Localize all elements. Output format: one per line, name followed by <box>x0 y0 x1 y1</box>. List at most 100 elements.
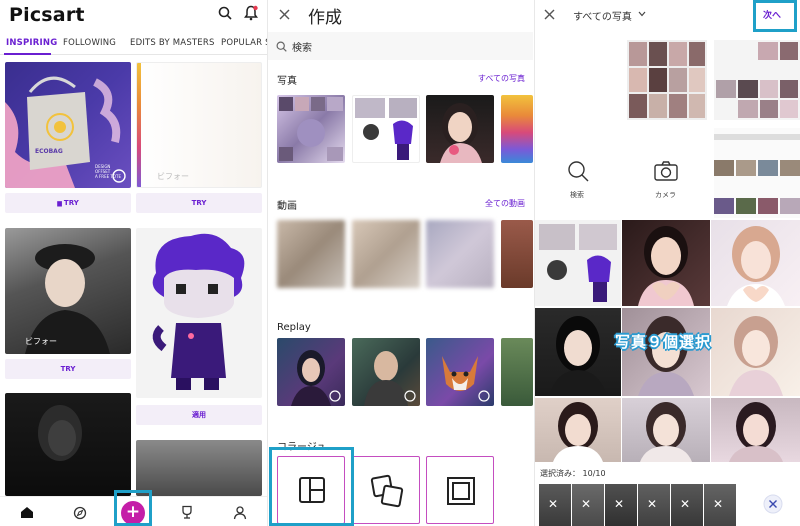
screenshot-image <box>714 134 800 214</box>
close-icon[interactable] <box>544 9 555 20</box>
camera-icon[interactable] <box>654 161 678 181</box>
apply-button[interactable]: 適用 <box>136 405 262 425</box>
tab-popular[interactable]: POPULAR S <box>221 38 267 48</box>
replay-thumb-4[interactable] <box>501 338 533 406</box>
section-photos-title: 写真 <box>277 76 297 87</box>
photo-grid-item-5[interactable] <box>622 308 710 396</box>
remove-icon[interactable]: ✕ <box>680 497 690 511</box>
feed-card-before-blank[interactable]: ビフォー <box>136 62 262 188</box>
replay-thumb-3[interactable] <box>426 338 494 406</box>
photo-grid-item-4[interactable] <box>535 308 621 396</box>
section-videos-title: 動画 <box>277 201 297 212</box>
tote-text: ECOBAG <box>35 148 63 155</box>
try-button-3[interactable]: TRY <box>5 359 131 379</box>
collage-frame-button[interactable] <box>426 456 494 524</box>
video-thumb-4[interactable] <box>501 220 533 288</box>
photo-thumb-4[interactable] <box>501 95 533 163</box>
photo-grid-item-8[interactable] <box>622 398 710 462</box>
video-thumb-1[interactable] <box>277 220 345 288</box>
photo-thumb-1[interactable] <box>277 95 345 163</box>
camera-label: カメラ <box>655 191 676 199</box>
frame-icon <box>447 477 475 505</box>
recent-photo-collage-2[interactable] <box>714 40 800 120</box>
bell-icon[interactable] <box>244 5 258 21</box>
create-panel: 作成 検索 写真 すべての写真 動画 全ての動画 Replay コラージュ <box>268 0 533 526</box>
app-logo: Picsart <box>9 4 85 26</box>
portrait-image <box>25 244 110 354</box>
search-icon[interactable] <box>218 6 232 20</box>
selected-thumb-6[interactable]: ✕ <box>704 484 736 526</box>
search-icon <box>276 41 287 52</box>
screenshot-thumb[interactable] <box>714 128 800 218</box>
photo-picker-panel: すべての写真 次へ 検索 カメラ 写真９個選択 選択済み： 10/10 ✕ ✕ … <box>535 0 800 526</box>
portrait-image-3 <box>729 316 783 396</box>
trophy-icon[interactable] <box>180 505 194 520</box>
create-button-highlight <box>114 490 152 526</box>
close-icon[interactable] <box>279 9 290 20</box>
feed-card-tote[interactable]: ECOBAG DESIGN OFFSET A FREE TOTE <box>5 62 131 188</box>
selection-overlay-caption: 写真９個選択 <box>615 333 712 351</box>
user-icon[interactable] <box>233 505 247 520</box>
photo-grid-item-7[interactable] <box>535 398 621 462</box>
collage-freestyle-button[interactable] <box>352 456 420 524</box>
heart-pose-portrait-image <box>638 226 694 306</box>
photo-grid-item-1[interactable] <box>535 220 621 306</box>
feed-tabs: INSPIRING FOLLOWING EDITS BY MASTERS POP… <box>0 33 267 55</box>
video-thumb-3[interactable] <box>426 220 494 288</box>
portrait-image-4 <box>553 402 603 462</box>
active-tab-indicator <box>4 53 51 55</box>
search-bar[interactable]: 検索 <box>268 32 533 60</box>
tab-following[interactable]: FOLLOWING <box>63 38 116 48</box>
photo-grid-item-2[interactable] <box>622 220 710 306</box>
selected-thumb-2[interactable]: ✕ <box>572 484 604 526</box>
tab-edits-by-masters[interactable]: EDITS BY MASTERS <box>130 38 215 48</box>
selected-thumb-5[interactable]: ✕ <box>671 484 703 526</box>
photo-thumb-3[interactable] <box>426 95 494 163</box>
recent-photo-collage[interactable] <box>627 40 707 120</box>
home-icon[interactable] <box>20 506 34 519</box>
all-photos-link[interactable]: すべての写真 <box>478 73 525 84</box>
dark-portrait-image <box>38 405 82 461</box>
chevron-down-icon[interactable] <box>638 11 646 17</box>
clear-selection-icon[interactable] <box>763 494 783 514</box>
remove-icon[interactable]: ✕ <box>581 497 591 511</box>
all-videos-link[interactable]: 全ての動画 <box>485 198 525 209</box>
replay-thumb-2[interactable] <box>352 338 420 406</box>
remove-icon[interactable]: ✕ <box>647 497 657 511</box>
portrait-image <box>549 316 607 396</box>
photo-grid-item-3[interactable] <box>711 220 800 306</box>
portrait-image-2 <box>638 316 694 396</box>
selection-bar: 選択済み： 10/10 ✕ ✕ ✕ ✕ ✕ ✕ <box>535 462 800 526</box>
compass-icon[interactable] <box>73 506 87 520</box>
next-button-highlight <box>753 0 797 32</box>
selected-thumb-1[interactable]: ✕ <box>539 484 571 526</box>
collage-grid-highlight <box>269 447 354 526</box>
try-button-2[interactable]: TRY <box>136 193 262 213</box>
portrait-image <box>440 103 482 163</box>
remove-icon[interactable]: ✕ <box>614 497 624 511</box>
search-icon[interactable] <box>567 160 589 182</box>
video-thumb-2[interactable] <box>352 220 420 288</box>
replay-warrior-image <box>364 351 416 406</box>
album-selector[interactable]: すべての写真 <box>573 8 632 23</box>
feed-card-character[interactable] <box>136 228 262 398</box>
feed-card-grey[interactable] <box>136 440 262 496</box>
selected-thumb-3[interactable]: ✕ <box>605 484 637 526</box>
replay-dog-image <box>442 356 490 402</box>
search-label: 検索 <box>570 191 584 199</box>
replay-thumb-1[interactable] <box>277 338 345 406</box>
portrait-image-5 <box>640 402 692 462</box>
photo-grid-item-6[interactable] <box>711 308 800 396</box>
feed-card-portrait[interactable]: ビフォー <box>5 228 131 354</box>
try-button-1[interactable]: ▆ TRY <box>5 193 131 213</box>
selected-thumb-4[interactable]: ✕ <box>638 484 670 526</box>
feed-card-dark[interactable] <box>5 393 131 496</box>
remove-icon[interactable]: ✕ <box>713 497 723 511</box>
before-label: ビフォー <box>157 172 189 181</box>
tab-inspiring[interactable]: INSPIRING <box>6 38 57 48</box>
remove-icon[interactable]: ✕ <box>548 497 558 511</box>
character-screenshot-image <box>539 224 617 302</box>
photo-grid-item-9[interactable] <box>711 398 800 462</box>
photo-thumb-2[interactable] <box>352 95 420 163</box>
character-image <box>152 233 245 390</box>
